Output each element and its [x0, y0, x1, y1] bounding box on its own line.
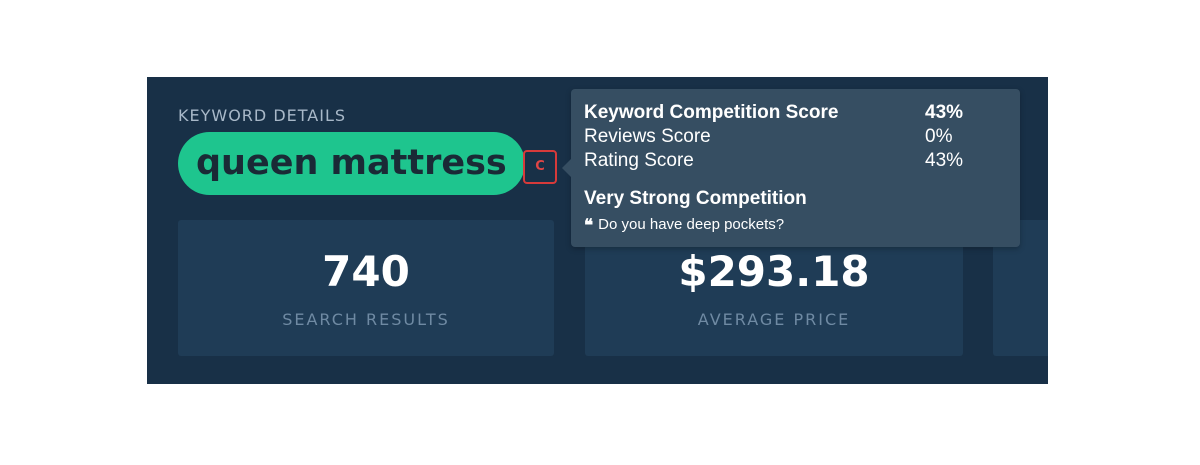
tooltip-row-value: 43% — [925, 102, 964, 123]
competition-grade-badge[interactable]: C — [523, 150, 557, 184]
tooltip-row-value: 0% — [925, 126, 953, 147]
competition-score-tooltip: Keyword Competition Score 43% Reviews Sc… — [562, 89, 1020, 247]
competition-verdict: Very Strong Competition — [584, 188, 807, 209]
tooltip-row-rating: Rating Score 43% — [584, 149, 1000, 173]
tooltip-row-label: Reviews Score — [584, 126, 711, 147]
tooltip-row-keyword-competition: Keyword Competition Score 43% — [584, 101, 1000, 125]
tooltip-row-value: 43% — [925, 150, 964, 171]
quote-text: Do you have deep pockets? — [598, 216, 785, 233]
tooltip-arrow — [562, 159, 571, 177]
search-results-card: 740 SEARCH RESULTS — [178, 220, 554, 356]
tooltip-quote: ❝ Do you have deep pockets? — [584, 216, 784, 236]
search-results-value: 740 — [322, 247, 410, 296]
tooltip-row-label: Keyword Competition Score — [584, 102, 839, 123]
search-results-label: SEARCH RESULTS — [282, 310, 450, 329]
quote-icon: ❝ — [584, 216, 594, 235]
section-label: KEYWORD DETAILS — [178, 106, 347, 125]
tooltip-row-label: Rating Score — [584, 150, 694, 171]
tooltip-row-reviews: Reviews Score 0% — [584, 125, 1000, 149]
average-price-value: $293.18 — [678, 247, 870, 296]
keyword-pill: queen mattress — [178, 132, 525, 195]
average-price-label: AVERAGE PRICE — [697, 310, 851, 329]
